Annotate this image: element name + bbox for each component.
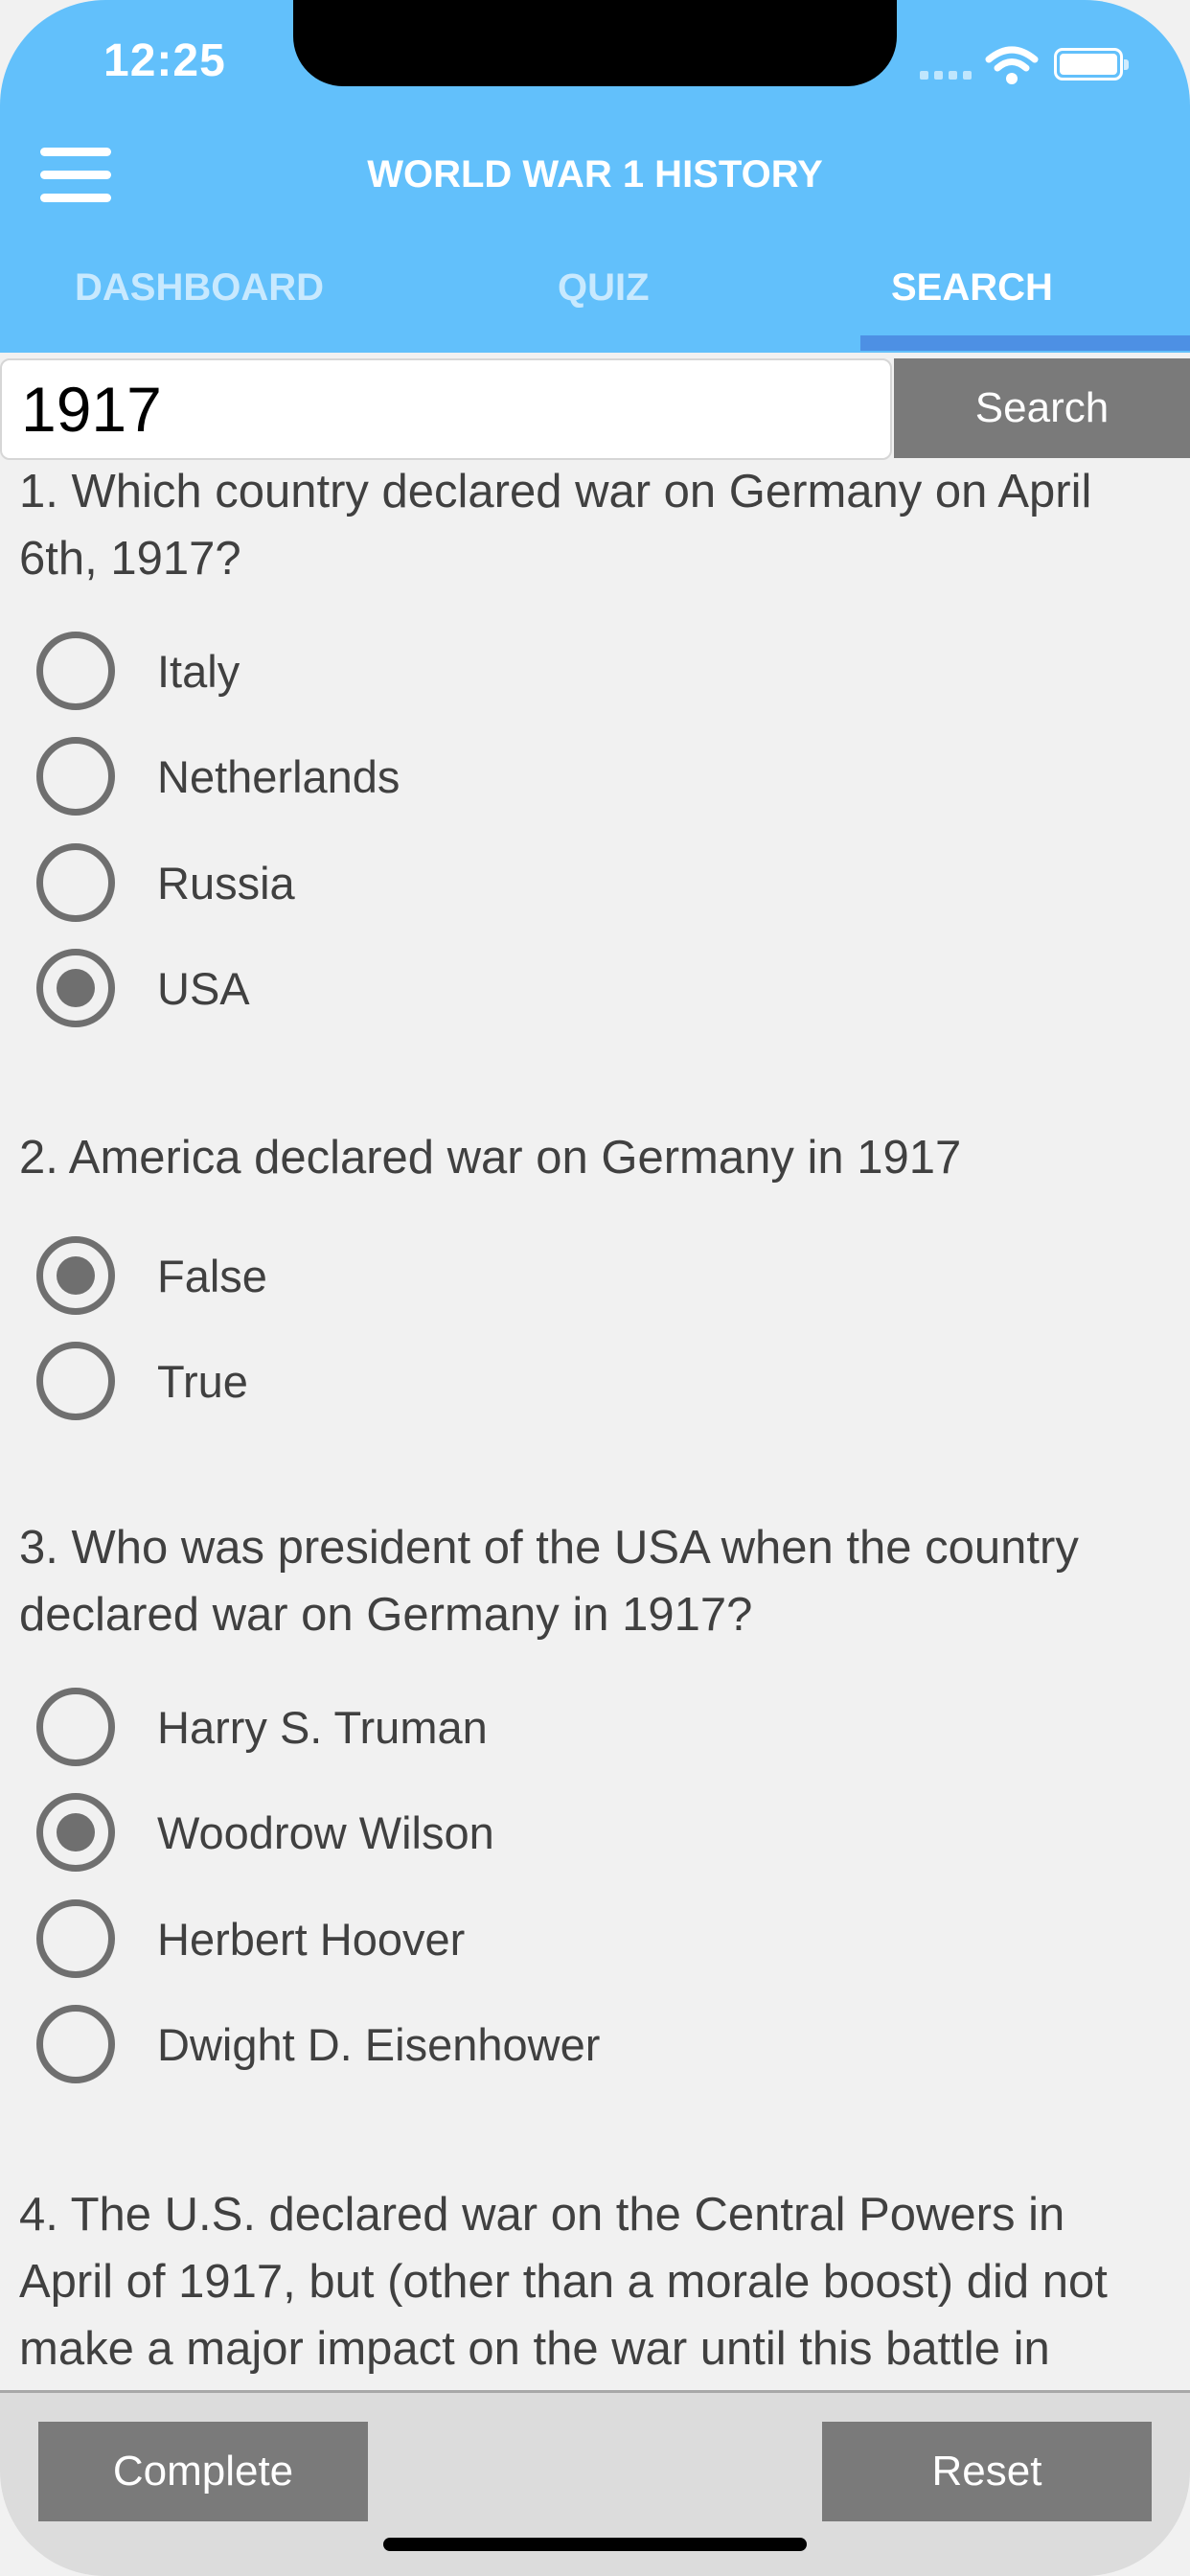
radio-button-selected-icon[interactable]: [36, 949, 115, 1027]
option-label: Russia: [157, 857, 295, 908]
cellular-signal-icon: [920, 71, 972, 80]
complete-button[interactable]: Complete: [38, 2422, 368, 2521]
option-label: True: [157, 1355, 248, 1407]
option-label: False: [157, 1250, 267, 1301]
battery-icon: [1054, 48, 1129, 80]
answer-option[interactable]: Herbert Hoover: [36, 1896, 465, 1982]
answer-option[interactable]: False: [36, 1232, 267, 1319]
tab-search[interactable]: SEARCH: [891, 266, 1053, 310]
option-label: Italy: [157, 645, 240, 697]
option-label: Woodrow Wilson: [157, 1806, 494, 1858]
search-button[interactable]: Search: [894, 358, 1190, 458]
answer-option[interactable]: USA: [36, 945, 250, 1031]
home-indicator[interactable]: [383, 2538, 807, 2551]
option-label: Herbert Hoover: [157, 1913, 466, 1965]
search-input[interactable]: [0, 358, 892, 460]
answer-option[interactable]: Italy: [36, 628, 240, 714]
answer-option[interactable]: Harry S. Truman: [36, 1684, 488, 1770]
device-notch: [293, 0, 897, 86]
option-label: Harry S. Truman: [157, 1701, 488, 1753]
radio-button-icon[interactable]: [36, 1342, 115, 1420]
question-text: 3. Who was president of the USA when the…: [19, 1522, 1079, 1641]
status-time: 12:25: [103, 35, 226, 86]
question-text: 2. America declared war on Germany in 19…: [19, 1132, 962, 1184]
question-text: 4. The U.S. declared war on the Central …: [19, 2189, 1108, 2375]
phone-screen: 12:25 WORLD WAR 1 HISTORY DASHBOARD QUIZ…: [0, 0, 1190, 2576]
answer-option[interactable]: Netherlands: [36, 733, 400, 819]
answer-option[interactable]: Russia: [36, 840, 295, 926]
radio-button-icon[interactable]: [36, 632, 115, 710]
tab-dashboard[interactable]: DASHBOARD: [75, 266, 324, 310]
answer-option[interactable]: True: [36, 1338, 248, 1424]
wifi-icon: [985, 46, 1039, 84]
reset-button[interactable]: Reset: [822, 2422, 1152, 2521]
radio-button-icon[interactable]: [36, 737, 115, 816]
question-text: 1. Which country declared war on Germany…: [19, 466, 1092, 585]
tab-quiz[interactable]: QUIZ: [558, 266, 650, 310]
app-header: 12:25 WORLD WAR 1 HISTORY DASHBOARD QUIZ…: [0, 0, 1190, 353]
active-tab-indicator: [860, 335, 1190, 351]
radio-button-selected-icon[interactable]: [36, 1793, 115, 1872]
radio-button-icon[interactable]: [36, 1688, 115, 1766]
answer-option[interactable]: Woodrow Wilson: [36, 1789, 494, 1875]
app-title: WORLD WAR 1 HISTORY: [367, 153, 823, 196]
radio-button-selected-icon[interactable]: [36, 1236, 115, 1315]
radio-button-icon[interactable]: [36, 1899, 115, 1978]
radio-button-icon[interactable]: [36, 843, 115, 922]
answer-option[interactable]: Dwight D. Eisenhower: [36, 2001, 600, 2087]
radio-button-icon[interactable]: [36, 2005, 115, 2083]
option-label: Netherlands: [157, 750, 400, 802]
option-label: Dwight D. Eisenhower: [157, 2018, 601, 2070]
option-label: USA: [157, 962, 250, 1014]
